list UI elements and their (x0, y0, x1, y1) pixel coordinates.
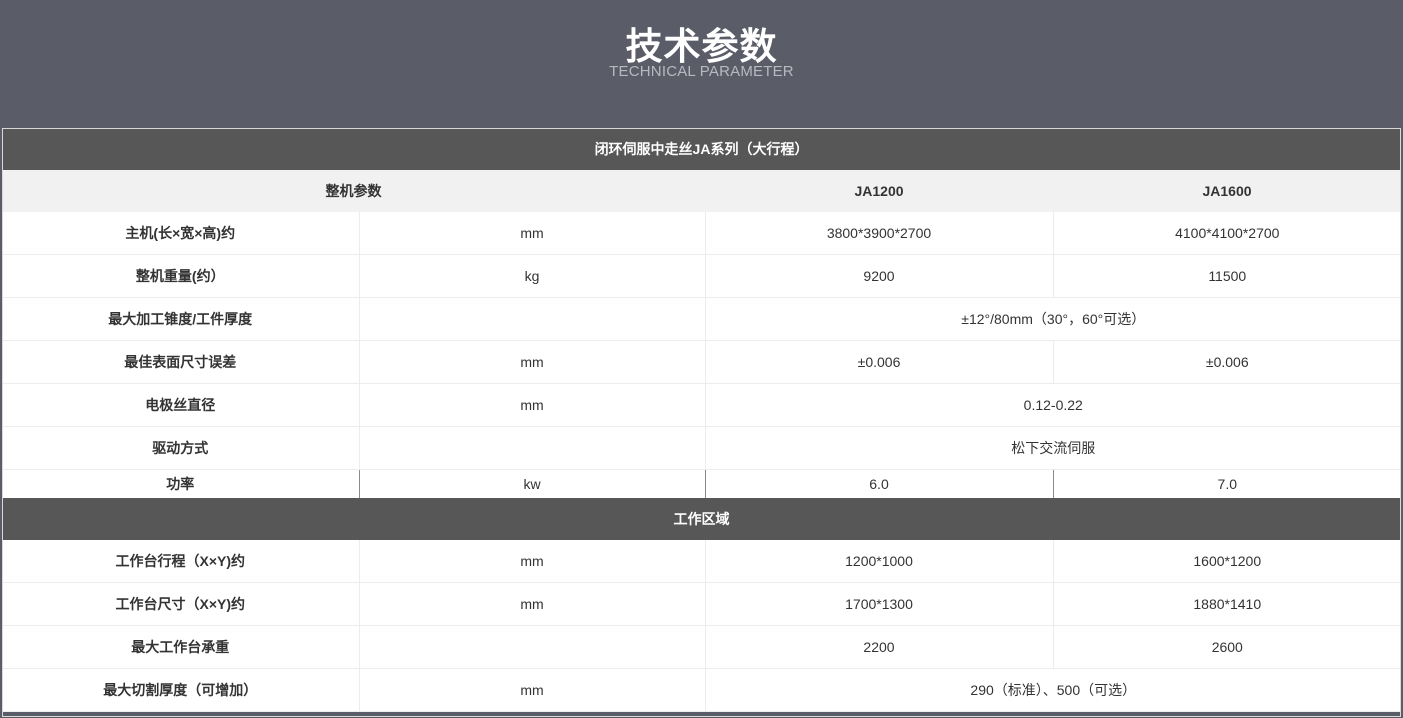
row-value: 2200 (705, 625, 1054, 669)
row-label: 电极丝直径 (2, 383, 360, 427)
row-value: 6.0 (705, 469, 1054, 498)
row-unit (359, 426, 706, 470)
table-row: 电极丝直径 mm 0.12-0.22 (2, 383, 1402, 427)
row-unit (359, 297, 706, 341)
row-unit: mm (359, 383, 706, 427)
table-row: 工作台行程（X×Y)约 mm 1200*1000 1600*1200 (2, 540, 1402, 583)
section-title: 工作区域 (2, 498, 1402, 540)
row-label: 工作台行程（X×Y)约 (2, 540, 360, 583)
row-value: 1880*1410 (1053, 582, 1402, 626)
row-label: 最佳表面尺寸误差 (2, 340, 360, 384)
row-label: 主机(长×宽×高)约 (2, 212, 360, 255)
page-title: 技术参数 (625, 26, 778, 67)
column-header-model: JA1200 (705, 170, 1053, 212)
row-value-merged: 290（标准）、500（可选） (705, 668, 1402, 712)
row-label: 功率 (2, 469, 360, 498)
row-label: 整机重量(约） (2, 254, 360, 298)
section-header: 闭环伺服中走丝JA系列（大行程） (2, 128, 1402, 170)
row-unit: mm (359, 340, 706, 384)
table-row: 功率 kw 6.0 7.0 (2, 469, 1401, 498)
row-label: 最大工作台承重 (2, 625, 360, 669)
row-value: 11500 (1053, 254, 1402, 298)
row-value: 2600 (1053, 625, 1402, 669)
row-value-merged: 0.12-0.22 (705, 383, 1402, 427)
section-header: 工作区域 (2, 498, 1402, 540)
row-value: 9200 (705, 254, 1054, 298)
row-value: ±0.006 (705, 340, 1054, 384)
table-row: 整机重量(约） kg 9200 11500 (2, 254, 1402, 298)
row-value-merged: ±12°/80mm（30°，60°可选） (705, 297, 1402, 341)
row-unit: mm (359, 582, 706, 626)
row-value: 1600*1200 (1053, 540, 1402, 583)
column-header-model: JA1600 (1053, 170, 1402, 212)
table-row: 驱动方式 松下交流伺服 (2, 426, 1402, 470)
page-header: 技术参数 TECHNICAL PARAMETER (0, 0, 1403, 128)
row-label: 最大加工锥度/工件厚度 (2, 297, 360, 341)
table-row: 最大加工锥度/工件厚度 ±12°/80mm（30°，60°可选） (2, 297, 1402, 341)
row-unit: mm (359, 668, 706, 712)
row-value: 1200*1000 (705, 540, 1054, 583)
table-row: 最大工作台承重 2200 2600 (2, 625, 1402, 669)
row-label: 最大切割厚度（可增加） (2, 668, 360, 712)
row-unit: kw (359, 469, 706, 498)
row-value: 4100*4100*2700 (1053, 212, 1402, 255)
row-value: ±0.006 (1053, 340, 1402, 384)
table-row: 主机(长×宽×高)约 mm 3800*3900*2700 4100*4100*2… (2, 212, 1402, 255)
row-value: 1700*1300 (705, 582, 1054, 626)
column-header-params: 整机参数 (2, 170, 705, 212)
row-label: 工作台尺寸（X×Y)约 (2, 582, 360, 626)
table-row: 最佳表面尺寸误差 mm ±0.006 ±0.006 (2, 340, 1402, 384)
row-label: 驱动方式 (2, 426, 360, 470)
column-header-row: 整机参数 JA1200 JA1600 (2, 170, 1402, 212)
section-title: 闭环伺服中走丝JA系列（大行程） (2, 128, 1402, 170)
table-row: 最大切割厚度（可增加） mm 290（标准）、500（可选） (2, 668, 1402, 712)
row-value-merged: 松下交流伺服 (705, 426, 1402, 470)
page-subtitle: TECHNICAL PARAMETER (609, 63, 794, 80)
row-value: 7.0 (1217, 476, 1237, 492)
spec-table: 闭环伺服中走丝JA系列（大行程） 整机参数 JA1200 JA1600 主机(长… (2, 128, 1402, 712)
row-unit: mm (359, 212, 706, 255)
row-unit: kg (359, 254, 706, 298)
row-unit (359, 625, 706, 669)
row-unit: mm (359, 540, 706, 583)
row-value: 3800*3900*2700 (705, 212, 1054, 255)
table-row: 工作台尺寸（X×Y)约 mm 1700*1300 1880*1410 (2, 582, 1402, 626)
